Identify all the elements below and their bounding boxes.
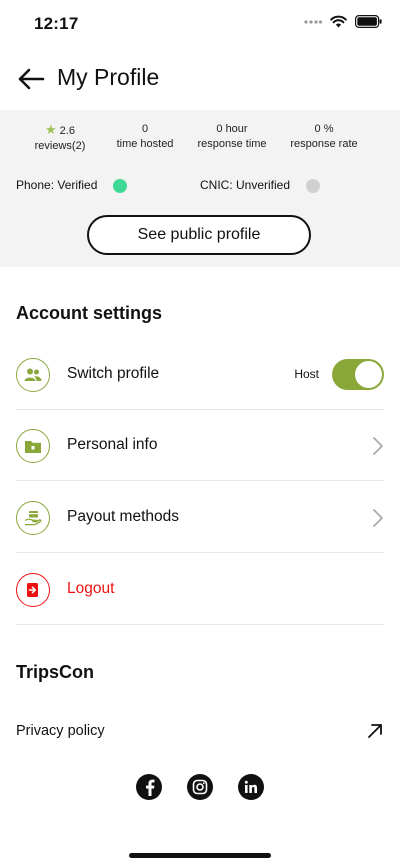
account-settings-title: Account settings — [16, 303, 163, 323]
stat-hosted: 0 time hosted — [110, 122, 180, 152]
personal-info-label: Personal info — [67, 436, 158, 453]
stat-reviews: ★ 2.6 reviews(2) — [30, 122, 90, 154]
phone-verified-indicator — [113, 179, 127, 193]
facebook-icon[interactable] — [136, 774, 162, 800]
star-icon: ★ — [45, 122, 57, 137]
logout-label: Logout — [67, 580, 115, 597]
payout-methods-row[interactable]: Payout methods — [16, 482, 384, 553]
see-public-profile-button[interactable]: See public profile — [87, 215, 311, 255]
tripscon-title: TripsCon — [16, 662, 95, 682]
response-rate-value: 0 % — [314, 123, 334, 135]
response-rate-label: response rate — [290, 138, 358, 150]
response-time-label: response time — [197, 138, 267, 150]
back-button[interactable] — [14, 64, 48, 94]
reviews-label: reviews(2) — [34, 140, 86, 152]
arrow-left-icon — [18, 68, 45, 90]
users-icon — [16, 358, 50, 392]
hosted-label: time hosted — [116, 138, 174, 150]
logout-row[interactable]: Logout — [16, 554, 384, 625]
privacy-policy-row[interactable]: Privacy policy — [16, 710, 384, 754]
host-toggle-label: Host — [294, 367, 319, 381]
cnic-verification-label: CNIC: Unverified — [200, 178, 291, 192]
page-title: My Profile — [57, 64, 160, 90]
chevron-right-icon — [373, 509, 383, 527]
status-time: 12:17 — [34, 14, 79, 33]
toggle-knob — [355, 361, 382, 388]
cnic-unverified-indicator — [306, 179, 320, 193]
instagram-icon[interactable] — [187, 774, 213, 800]
battery-icon — [355, 15, 382, 28]
payout-methods-label: Payout methods — [67, 508, 180, 525]
stat-response-rate: 0 % response rate — [284, 122, 364, 152]
folder-icon — [16, 429, 50, 463]
payout-icon — [16, 501, 50, 535]
switch-profile-label: Switch profile — [67, 365, 160, 382]
linkedin-icon[interactable] — [238, 774, 264, 800]
personal-info-row[interactable]: Personal info — [16, 410, 384, 481]
wifi-icon — [330, 15, 347, 28]
signal-dots-icon — [304, 19, 322, 24]
reviews-value: 2.6 — [59, 125, 75, 137]
arrow-up-right-icon — [368, 724, 382, 738]
phone-verification-label: Phone: Verified — [16, 178, 98, 192]
stat-response-time: 0 hour response time — [192, 122, 272, 152]
profile-stats-panel: ★ 2.6 reviews(2) 0 time hosted 0 hour res… — [0, 110, 400, 267]
response-time-value: 0 hour — [216, 123, 248, 135]
home-indicator — [129, 853, 271, 858]
privacy-policy-label: Privacy policy — [16, 723, 105, 739]
switch-profile-row[interactable]: Switch profile Host — [16, 339, 384, 410]
chevron-right-icon — [373, 437, 383, 455]
status-icons — [304, 15, 382, 28]
hosted-value: 0 — [141, 123, 149, 135]
host-toggle[interactable] — [332, 359, 384, 390]
logout-icon — [16, 573, 50, 607]
